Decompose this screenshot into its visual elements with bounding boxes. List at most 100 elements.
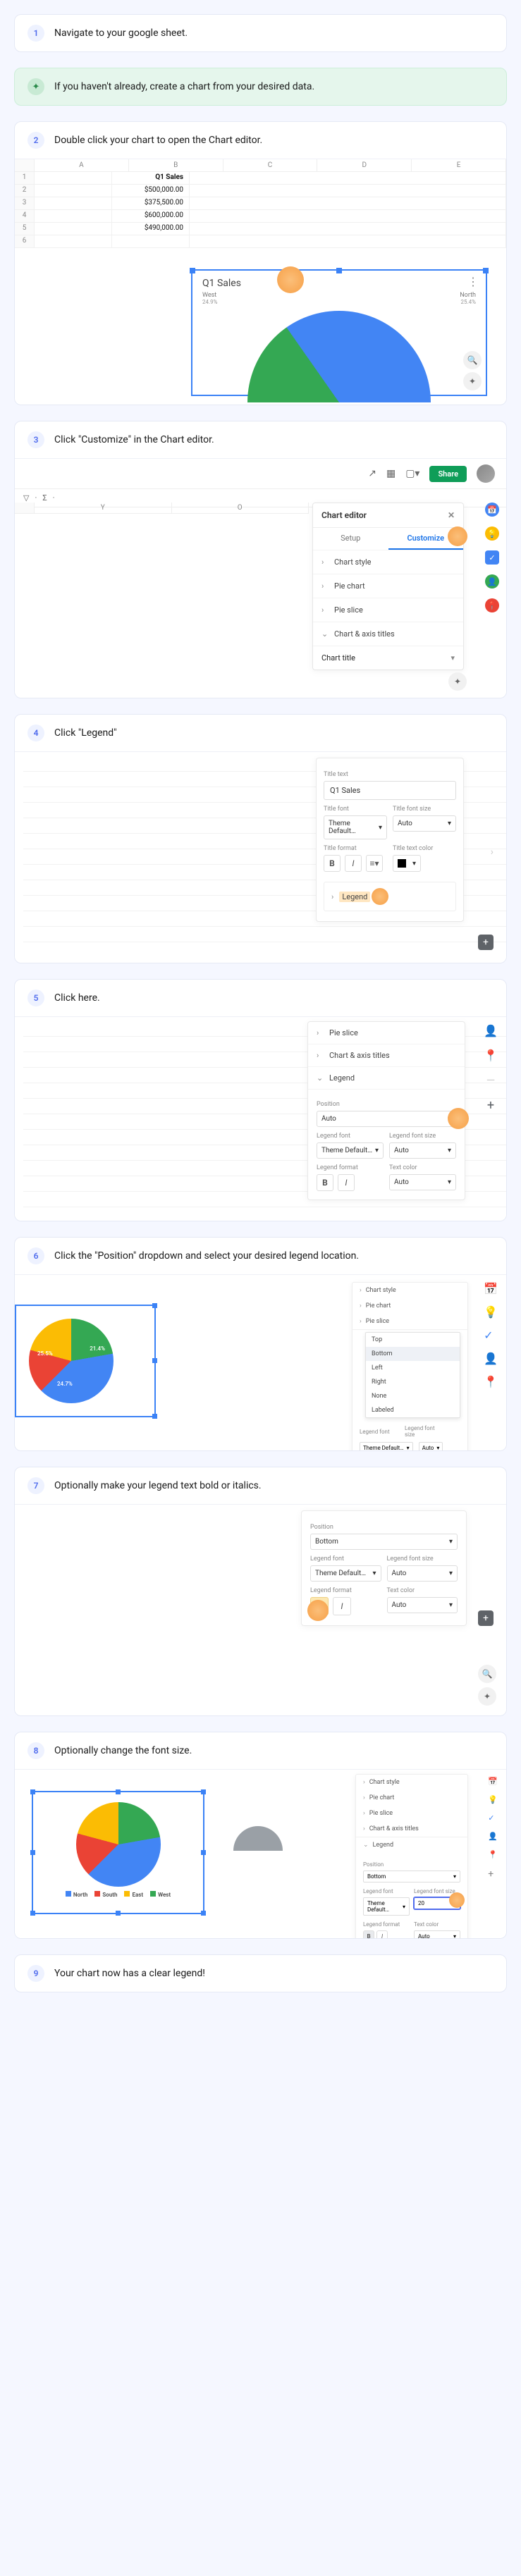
italic-button[interactable]: I — [345, 855, 362, 872]
legend-size-select[interactable]: Auto▾ — [389, 1142, 456, 1159]
tasks-icon[interactable]: ✓ — [484, 1329, 498, 1342]
title-size-select[interactable]: Auto▾ — [393, 815, 456, 832]
bold-button[interactable]: B — [310, 1597, 329, 1615]
section-chart-axis-titles[interactable]: ›Chart & axis titles — [308, 1044, 465, 1067]
col-y-header[interactable]: Y — [35, 503, 172, 514]
italic-button[interactable]: I — [376, 1930, 388, 1938]
tab-setup[interactable]: Setup — [313, 528, 388, 550]
tasks-icon[interactable]: ✓ — [488, 1813, 498, 1823]
section-pie-slice[interactable]: ›Pie slice — [356, 1806, 467, 1821]
section-chart-axis-titles[interactable]: ⌄Chart & axis titles — [313, 622, 463, 646]
contacts-icon[interactable]: 👤 — [488, 1832, 498, 1841]
option-right[interactable]: Right — [366, 1375, 460, 1389]
legend-size-select[interactable]: Auto▾ — [387, 1565, 458, 1582]
cell-b1[interactable]: Q1 Sales — [112, 172, 190, 185]
contacts-icon[interactable]: 👤 — [484, 1352, 498, 1365]
legend-font-select[interactable]: Theme Default…▾ — [317, 1142, 384, 1159]
position-select[interactable]: Bottom▾ — [363, 1871, 460, 1882]
legend-font-select[interactable]: Theme Default…▾ — [310, 1565, 381, 1582]
position-select[interactable]: Auto▾ — [317, 1111, 456, 1127]
close-icon[interactable]: ✕ — [448, 510, 455, 520]
contacts-icon[interactable]: 👤 — [485, 574, 499, 588]
sheet-grid[interactable]: Y O — [15, 503, 309, 514]
share-button[interactable]: Share — [429, 466, 467, 482]
bold-button[interactable]: B — [317, 1174, 333, 1191]
position-select[interactable]: Bottom▾ — [310, 1534, 458, 1550]
meet-icon[interactable]: ▢▾ — [405, 468, 419, 479]
cell-b2[interactable]: $500,000.00 — [112, 185, 190, 197]
row-1-header[interactable]: 1 — [15, 172, 35, 185]
row-6-header[interactable]: 6 — [15, 235, 35, 248]
legend-section-button[interactable]: › Legend — [324, 882, 456, 911]
align-button[interactable]: ≡▾ — [366, 855, 383, 872]
add-widget-icon[interactable]: + — [487, 1098, 494, 1113]
comment-icon[interactable]: ▦ — [386, 468, 396, 479]
explore-fab[interactable]: ✦ — [448, 672, 467, 691]
legend-size-select[interactable]: Auto ▾ — [419, 1442, 443, 1450]
add-widget-button[interactable]: + — [478, 1610, 494, 1626]
legend-font-select[interactable]: Theme Default…▾ — [363, 1897, 410, 1916]
zoom-in-icon[interactable]: 🔍 — [478, 1665, 496, 1683]
cell-b5[interactable]: $490,000.00 — [112, 223, 190, 235]
col-o-header[interactable]: O — [172, 503, 309, 514]
chart-object[interactable]: 25.5% 24.7% 21.4% — [15, 1305, 156, 1417]
section-chart-axis-titles[interactable]: ›Chart & axis titles — [356, 1821, 467, 1837]
option-none[interactable]: None — [366, 1389, 460, 1403]
col-e-header[interactable]: E — [412, 159, 506, 171]
maps-icon[interactable]: 📍 — [484, 1049, 498, 1062]
title-font-select[interactable]: Theme Default…▾ — [324, 815, 387, 839]
col-c-header[interactable]: C — [223, 159, 318, 171]
calendar-icon[interactable]: 📅 — [484, 1282, 498, 1295]
row-3-header[interactable]: 3 — [15, 197, 35, 210]
option-labeled[interactable]: Labeled — [366, 1403, 460, 1417]
legend-font-select[interactable]: Theme Default… ▾ — [360, 1442, 413, 1450]
add-widget-icon[interactable]: + — [488, 1868, 498, 1880]
col-a-header[interactable]: A — [35, 159, 129, 171]
chart-more-icon[interactable]: ⋮ — [467, 275, 479, 288]
keep-icon[interactable]: 💡 — [484, 1305, 498, 1319]
option-bottom[interactable]: Bottom — [366, 1347, 460, 1361]
title-text-input[interactable]: Q1 Sales — [324, 781, 456, 800]
section-pie-slice[interactable]: ›Pie slice — [308, 1022, 465, 1044]
section-pie-chart[interactable]: ›Pie chart — [356, 1790, 467, 1806]
keep-icon[interactable]: 💡 — [485, 526, 499, 541]
explore-icon[interactable]: ✦ — [463, 372, 482, 390]
calendar-icon[interactable]: 📅 — [488, 1777, 498, 1786]
sigma-icon[interactable]: Σ — [42, 493, 47, 503]
cell-b3[interactable]: $375,500.00 — [112, 197, 190, 210]
col-d-header[interactable]: D — [317, 159, 412, 171]
explore-icon[interactable]: ✦ — [478, 1687, 496, 1706]
row-4-header[interactable]: 4 — [15, 210, 35, 223]
chart-object[interactable]: ⋮ Q1 Sales West24.9% North25.4% 🔍 ✦ — [191, 269, 487, 396]
maps-icon[interactable]: 📍 — [484, 1375, 498, 1388]
section-legend[interactable]: ⌄Legend — [308, 1067, 465, 1090]
italic-button[interactable]: I — [338, 1174, 355, 1191]
chart-title-select[interactable]: Chart title▾ — [313, 646, 463, 670]
history-icon[interactable]: ↗ — [368, 468, 376, 479]
section-pie-slice[interactable]: ›Pie slice — [313, 598, 463, 622]
section-chart-style[interactable]: ›Chart style — [313, 550, 463, 574]
calendar-icon[interactable]: 📅 — [485, 503, 499, 517]
section-chart-style[interactable]: ›Chart style — [353, 1283, 467, 1298]
legend-size-select[interactable]: 20▾ — [414, 1897, 460, 1909]
keep-icon[interactable]: 💡 — [488, 1795, 498, 1804]
maps-icon[interactable]: 📍 — [485, 598, 499, 612]
filter-icon[interactable]: ▽ — [23, 493, 29, 503]
section-chart-style[interactable]: ›Chart style — [356, 1775, 467, 1790]
section-pie-chart[interactable]: ›Pie chart — [353, 1298, 467, 1314]
title-color-select[interactable]: ▾ — [393, 855, 421, 872]
row-5-header[interactable]: 5 — [15, 223, 35, 235]
bold-button[interactable]: B — [324, 855, 341, 872]
cell-b4[interactable]: $600,000.00 — [112, 210, 190, 223]
add-widget-button[interactable]: + — [478, 935, 494, 950]
option-top[interactable]: Top — [366, 1333, 460, 1347]
zoom-in-icon[interactable]: 🔍 — [463, 351, 482, 369]
text-color-select[interactable]: Auto▾ — [389, 1174, 456, 1190]
bold-button[interactable]: B — [363, 1930, 374, 1938]
tasks-icon[interactable]: ✓ — [485, 550, 499, 565]
option-left[interactable]: Left — [366, 1361, 460, 1375]
col-b-header[interactable]: B — [129, 159, 223, 171]
row-2-header[interactable]: 2 — [15, 185, 35, 197]
avatar[interactable] — [477, 464, 495, 483]
contacts-icon[interactable]: 👤 — [484, 1024, 498, 1037]
